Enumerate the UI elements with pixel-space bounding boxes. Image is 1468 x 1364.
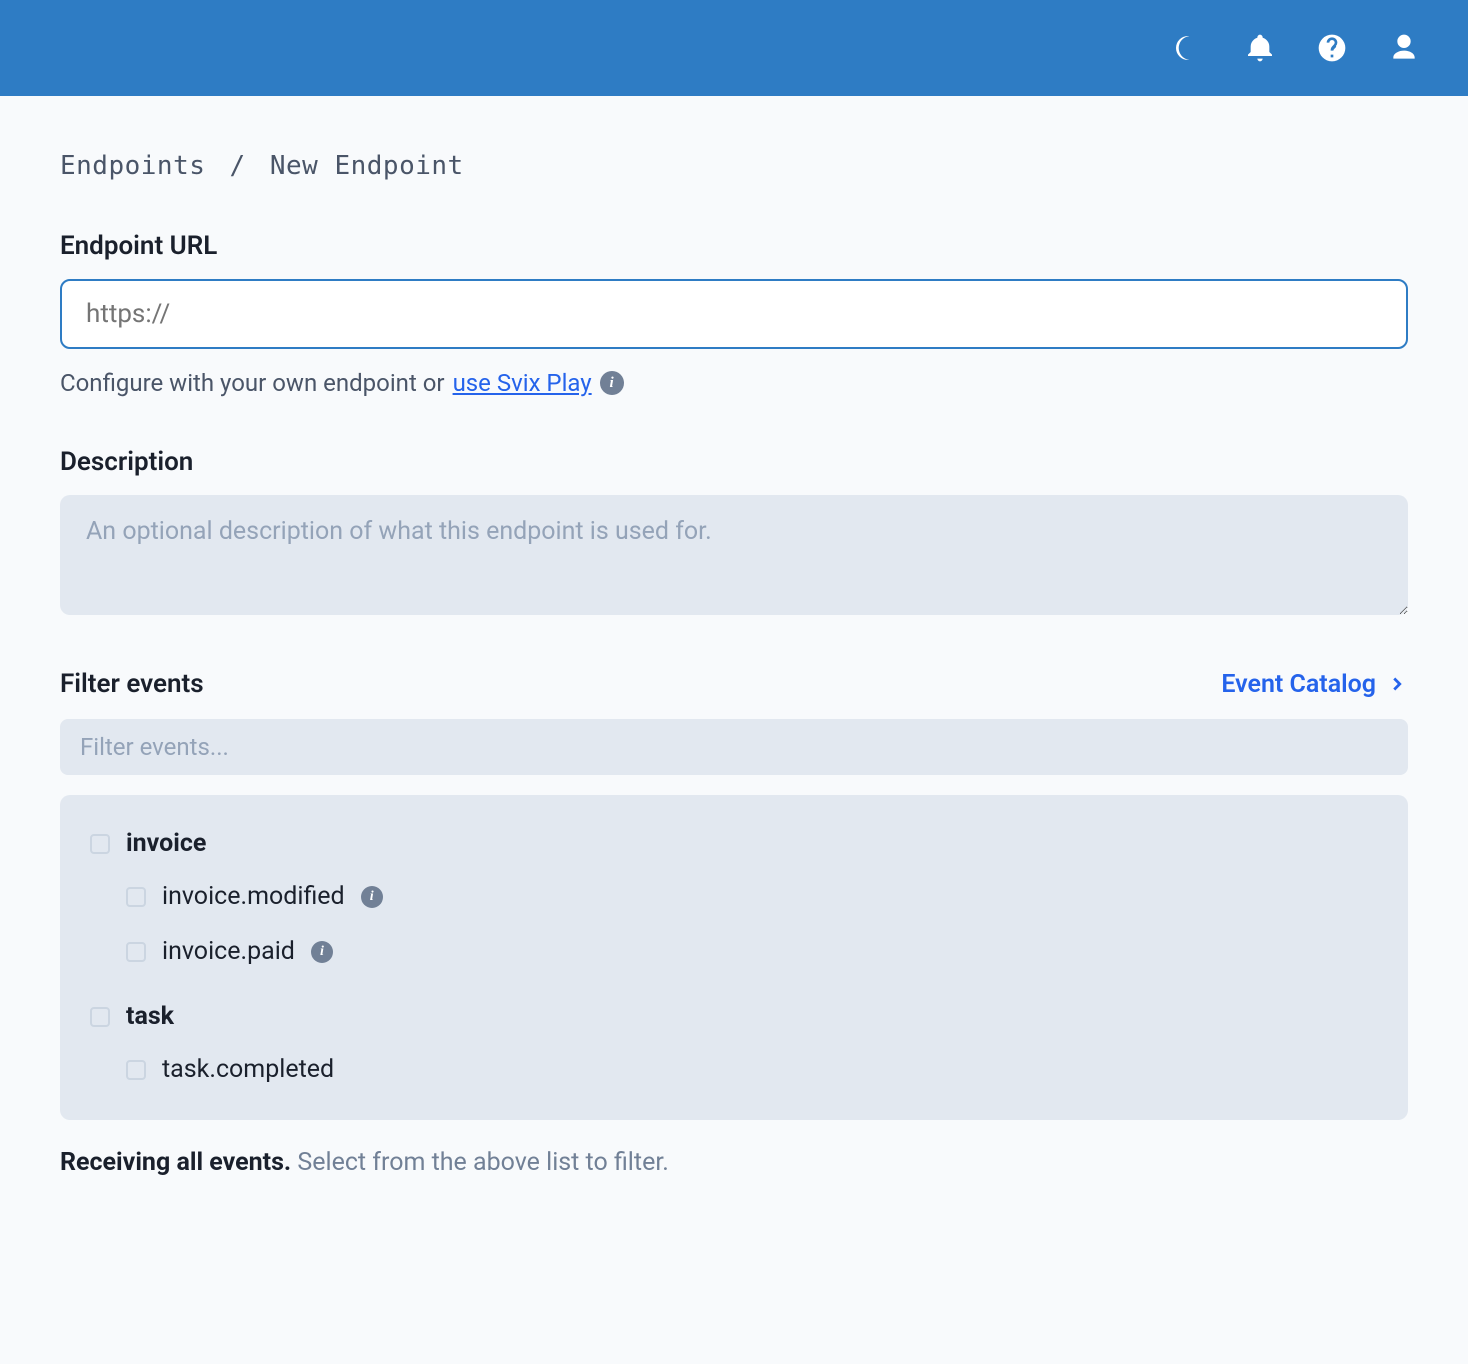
event-item-invoice-paid[interactable]: invoice.paid i bbox=[90, 927, 1378, 976]
event-catalog-link[interactable]: Event Catalog bbox=[1221, 670, 1408, 699]
url-help-prefix: Configure with your own endpoint or bbox=[60, 369, 445, 397]
event-item-task-completed[interactable]: task.completed bbox=[90, 1045, 1378, 1094]
chevron-right-icon bbox=[1386, 673, 1408, 695]
events-panel: invoice invoice.modified i invoice.paid … bbox=[60, 795, 1408, 1120]
info-icon[interactable]: i bbox=[311, 941, 333, 963]
user-icon[interactable] bbox=[1388, 32, 1420, 64]
receiving-note: Receiving all events. Select from the ab… bbox=[60, 1148, 1408, 1177]
info-icon[interactable]: i bbox=[361, 886, 383, 908]
checkbox-task[interactable] bbox=[90, 1007, 110, 1027]
bell-icon[interactable] bbox=[1244, 32, 1276, 64]
event-group-invoice[interactable]: invoice bbox=[90, 821, 1378, 866]
url-help-text: Configure with your own endpoint or use … bbox=[60, 369, 1408, 397]
checkbox-invoice[interactable] bbox=[90, 834, 110, 854]
group-label-task: task bbox=[126, 1002, 174, 1031]
help-icon[interactable] bbox=[1316, 32, 1348, 64]
breadcrumb-current: New Endpoint bbox=[270, 151, 464, 181]
endpoint-url-label: Endpoint URL bbox=[60, 231, 1408, 261]
breadcrumb-separator: / bbox=[230, 151, 246, 181]
event-group-task[interactable]: task bbox=[90, 994, 1378, 1039]
dark-mode-icon[interactable] bbox=[1172, 32, 1204, 64]
label-task-completed: task.completed bbox=[162, 1055, 334, 1084]
app-header bbox=[0, 0, 1468, 96]
breadcrumb: Endpoints / New Endpoint bbox=[60, 151, 1408, 181]
label-invoice-paid: invoice.paid bbox=[162, 937, 295, 966]
group-label-invoice: invoice bbox=[126, 829, 206, 858]
checkbox-invoice-paid[interactable] bbox=[126, 942, 146, 962]
checkbox-task-completed[interactable] bbox=[126, 1060, 146, 1080]
filter-events-label: Filter events bbox=[60, 669, 204, 699]
description-input[interactable] bbox=[60, 495, 1408, 615]
receiving-note-rest: Select from the above list to filter. bbox=[291, 1148, 669, 1177]
filter-events-search[interactable] bbox=[60, 719, 1408, 775]
receiving-note-bold: Receiving all events. bbox=[60, 1148, 291, 1177]
label-invoice-modified: invoice.modified bbox=[162, 882, 345, 911]
info-icon[interactable]: i bbox=[600, 371, 624, 395]
endpoint-url-input[interactable] bbox=[60, 279, 1408, 349]
checkbox-invoice-modified[interactable] bbox=[126, 887, 146, 907]
description-label: Description bbox=[60, 447, 1408, 477]
event-catalog-text: Event Catalog bbox=[1221, 670, 1376, 699]
event-item-invoice-modified[interactable]: invoice.modified i bbox=[90, 872, 1378, 921]
page-content: Endpoints / New Endpoint Endpoint URL Co… bbox=[0, 96, 1468, 1217]
svix-play-link[interactable]: use Svix Play bbox=[453, 369, 592, 397]
breadcrumb-parent-link[interactable]: Endpoints bbox=[60, 151, 205, 181]
